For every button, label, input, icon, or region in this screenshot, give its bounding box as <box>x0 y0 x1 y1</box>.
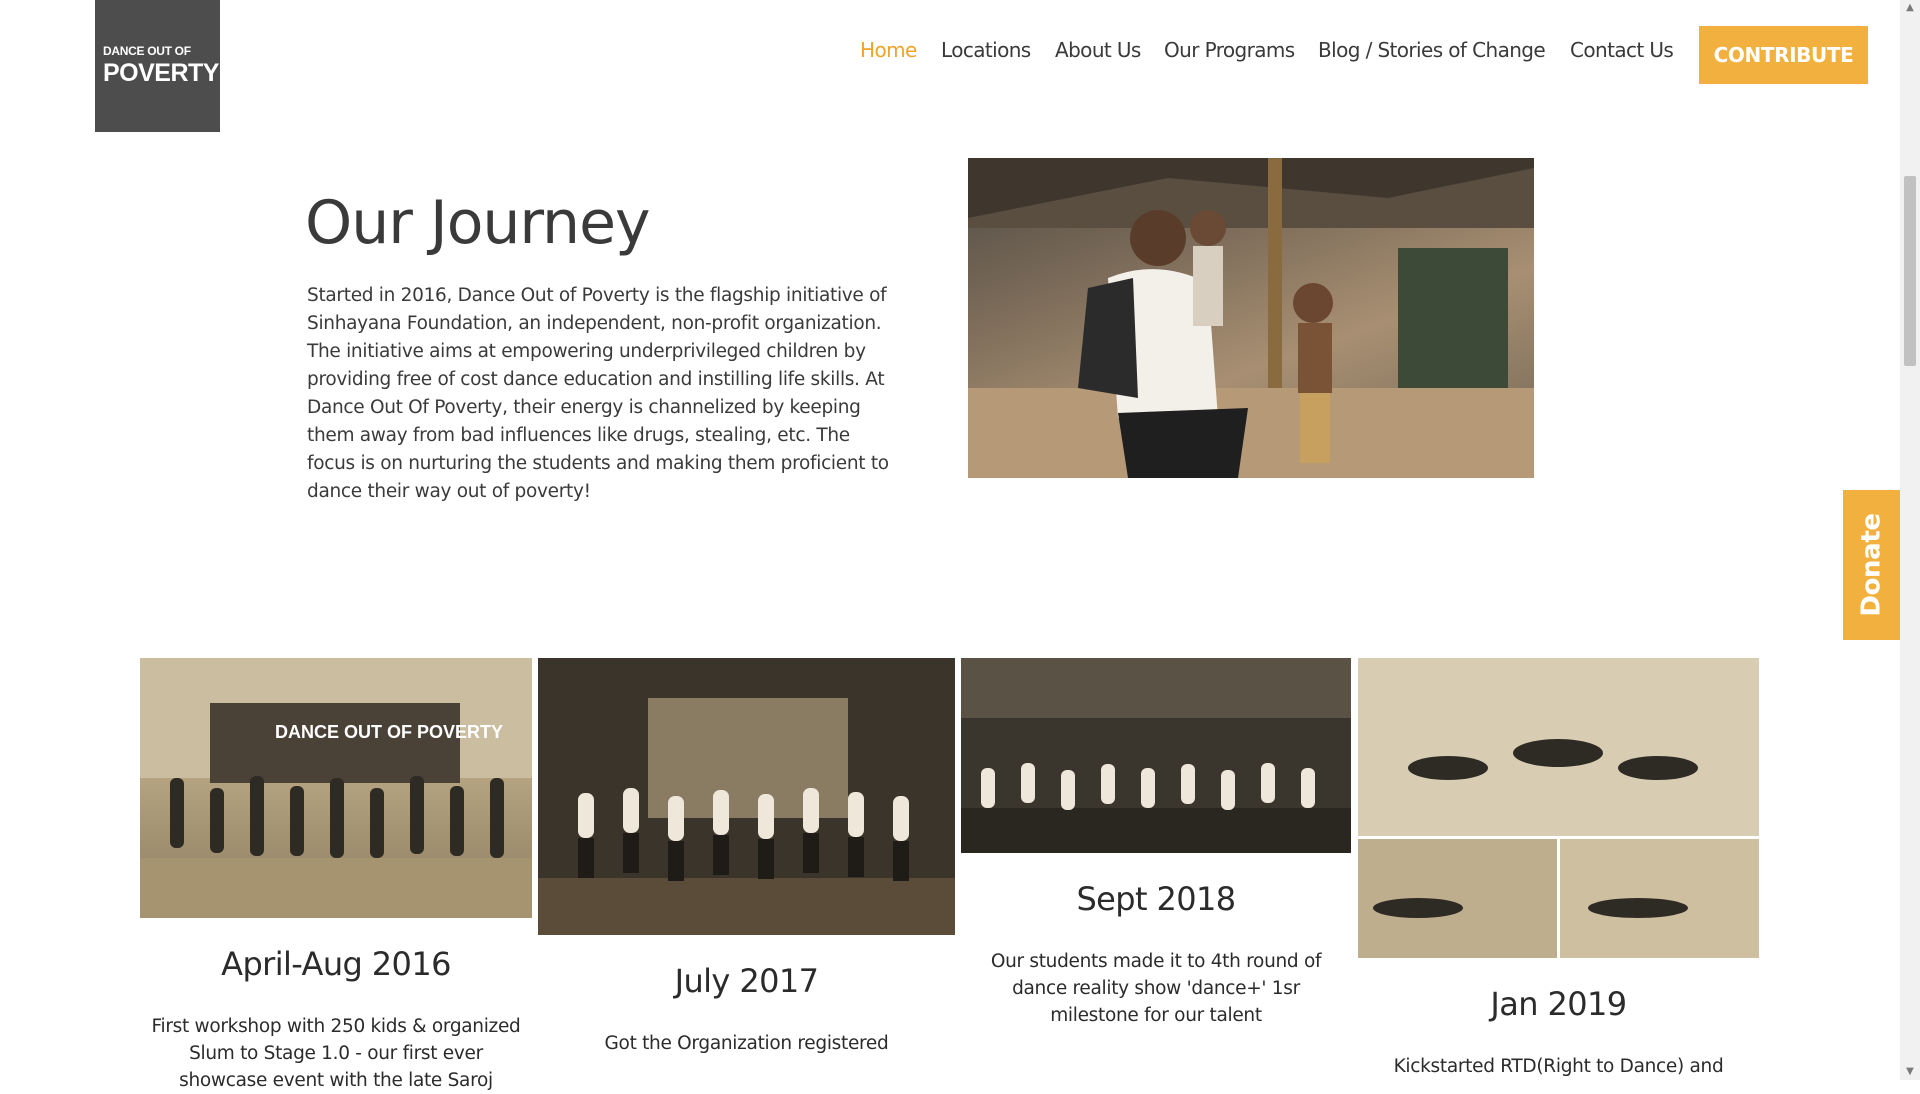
contribute-button[interactable]: CONTRIBUTE <box>1699 26 1868 84</box>
nav-locations[interactable]: Locations <box>941 38 1031 62</box>
timeline-photo-2017-illustration <box>538 658 955 935</box>
journey-description: Started in 2016, Dance Out of Poverty is… <box>307 285 889 502</box>
journey-photo <box>968 158 1534 478</box>
timeline-date-2017: July 2017 <box>674 962 819 1000</box>
timeline-photo-2018-illustration <box>961 658 1351 853</box>
timeline-desc-2018: Our students made it to 4th round of dan… <box>990 951 1322 1026</box>
nav-contact-us[interactable]: Contact Us <box>1570 38 1674 62</box>
image-watermark: DANCE OUT OF POVERTY <box>275 722 503 742</box>
timeline-desc-2016: First workshop with 250 kids & organized… <box>151 1016 521 1091</box>
timeline-desc-2019: Kickstarted RTD(Right to Dance) and <box>1393 1056 1724 1077</box>
timeline-photo-2018 <box>961 658 1351 853</box>
timeline-photo-2016: DANCE OUT OF POVERTY <box>140 658 532 918</box>
site-logo[interactable]: DANCE OUT OF POVERTY <box>95 0 220 132</box>
nav-our-programs[interactable]: Our Programs <box>1164 38 1295 62</box>
logo-text-main: POVERTY <box>103 59 219 87</box>
nav-blog-stories[interactable]: Blog / Stories of Change <box>1318 38 1546 62</box>
timeline-photo-2016-illustration: DANCE OUT OF POVERTY <box>140 658 532 918</box>
scroll-down-arrow-icon[interactable]: ▼ <box>1900 1064 1920 1080</box>
nav-home[interactable]: Home <box>860 38 917 62</box>
scroll-up-arrow-icon[interactable]: ▲ <box>1900 0 1920 16</box>
timeline-photo-2019 <box>1358 658 1759 958</box>
timeline-desc-2017: Got the Organization registered <box>604 1033 889 1054</box>
page-scrollbar[interactable]: ▲ ▼ <box>1900 0 1920 1080</box>
section-title: Our Journey <box>305 188 650 258</box>
timeline-date-2019: Jan 2019 <box>1490 985 1627 1023</box>
timeline-date-2016: April-Aug 2016 <box>221 945 451 983</box>
nav-about-us[interactable]: About Us <box>1055 38 1141 62</box>
timeline-date-2018: Sept 2018 <box>1076 880 1236 918</box>
logo-text-top: DANCE OUT OF <box>103 44 191 58</box>
scroll-thumb[interactable] <box>1904 176 1916 366</box>
timeline-photo-2019-illustration <box>1358 658 1759 958</box>
donate-side-tab[interactable]: Donate <box>1843 490 1900 640</box>
donate-label: Donate <box>1856 513 1887 617</box>
timeline-photo-2017 <box>538 658 955 935</box>
journey-photo-illustration <box>968 158 1534 478</box>
